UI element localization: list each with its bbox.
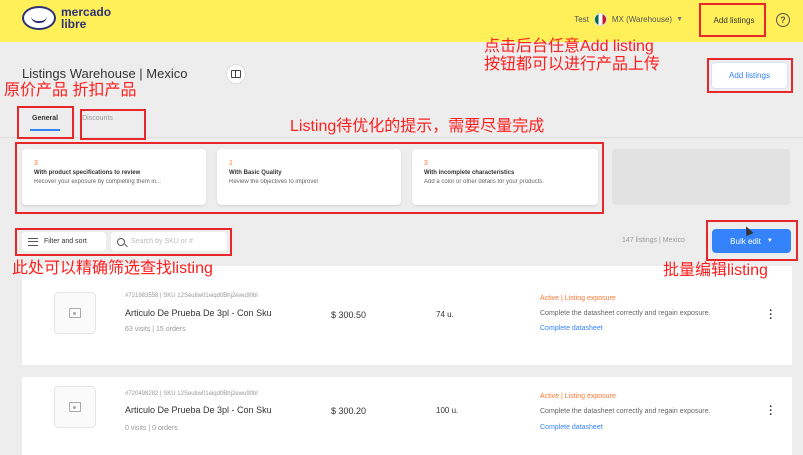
guide-button[interactable]	[226, 64, 246, 84]
listing-count: 147 listings | Mexico	[622, 237, 685, 244]
more-options-icon[interactable]: · · ·	[769, 402, 773, 421]
row-separator	[22, 365, 792, 377]
more-options-icon[interactable]: · · ·	[769, 306, 773, 325]
listing-price[interactable]: $ 300.50	[331, 310, 366, 320]
chevron-down-icon: ▼	[676, 16, 683, 23]
product-thumbnail[interactable]	[54, 386, 96, 428]
listing-status-description: Complete the datasheet correctly and reg…	[540, 310, 711, 317]
handshake-icon	[22, 6, 56, 30]
card-placeholder	[612, 149, 790, 205]
product-thumbnail[interactable]	[54, 292, 96, 334]
mercado-libre-logo[interactable]: mercado libre	[22, 6, 121, 30]
help-icon[interactable]: ?	[776, 13, 790, 27]
highlight-add-listings-top	[699, 3, 766, 37]
listing-visits: 0 visits | 0 orders	[125, 425, 178, 432]
listing-title[interactable]: Articulo De Prueba De 3pl - Con Sku	[125, 405, 272, 415]
image-placeholder-icon	[69, 402, 81, 412]
logo-text: mercado libre	[61, 5, 112, 31]
annotation-price-tabs: 原价产品 折扣产品	[4, 82, 137, 99]
annotation-filter: 此处可以精确筛选查找listing	[12, 260, 213, 277]
highlight-discounts-tab	[80, 109, 146, 140]
highlight-bulk-edit	[706, 220, 798, 261]
highlight-add-listings-button	[707, 58, 793, 93]
listing-status: Active | Listing exposure	[540, 295, 616, 302]
complete-datasheet-link[interactable]: Complete datasheet	[540, 424, 603, 431]
listing-status-description: Complete the datasheet correctly and reg…	[540, 408, 711, 415]
listing-units[interactable]: 100 u.	[436, 406, 458, 415]
listing-status: Active | Listing exposure	[540, 393, 616, 400]
top-header-bar: mercado libre Test MX (Warehouse) ▼ Add …	[0, 0, 803, 42]
listing-sku: #720498282 | SKU 12Seutiw01eiqd0Bhj2ewu9…	[125, 391, 258, 397]
highlight-general-tab	[17, 106, 74, 139]
page-title: Listings Warehouse | Mexico	[22, 66, 188, 81]
listing-sku: #721983558 | SKU 12Seutiw01eiqd0Bhj2ewu9…	[125, 293, 258, 299]
listing-units[interactable]: 74 u.	[436, 310, 454, 319]
warehouse-name: MX (Warehouse)	[611, 15, 673, 24]
account-selector[interactable]: Test MX (Warehouse) ▼	[574, 13, 683, 26]
highlight-cards	[15, 142, 604, 214]
book-icon	[231, 70, 241, 78]
image-placeholder-icon	[69, 308, 81, 318]
highlight-filter-search	[15, 228, 232, 256]
listing-visits: 63 visits | 15 orders	[125, 326, 186, 333]
annotation-bulk-edit: 批量编辑listing	[663, 262, 768, 279]
mexico-flag-icon	[593, 13, 607, 26]
annotation-listing-hint: Listing待优化的提示，需要尽量完成	[290, 118, 545, 135]
complete-datasheet-link[interactable]: Complete datasheet	[540, 325, 603, 332]
user-name: Test	[574, 15, 589, 24]
listing-price[interactable]: $ 300.20	[331, 406, 366, 416]
listing-title[interactable]: Articulo De Prueba De 3pl - Con Sku	[125, 308, 272, 318]
annotation-add-listing: 点击后台任意Add listing 按钮都可以进行产品上传	[484, 38, 661, 74]
